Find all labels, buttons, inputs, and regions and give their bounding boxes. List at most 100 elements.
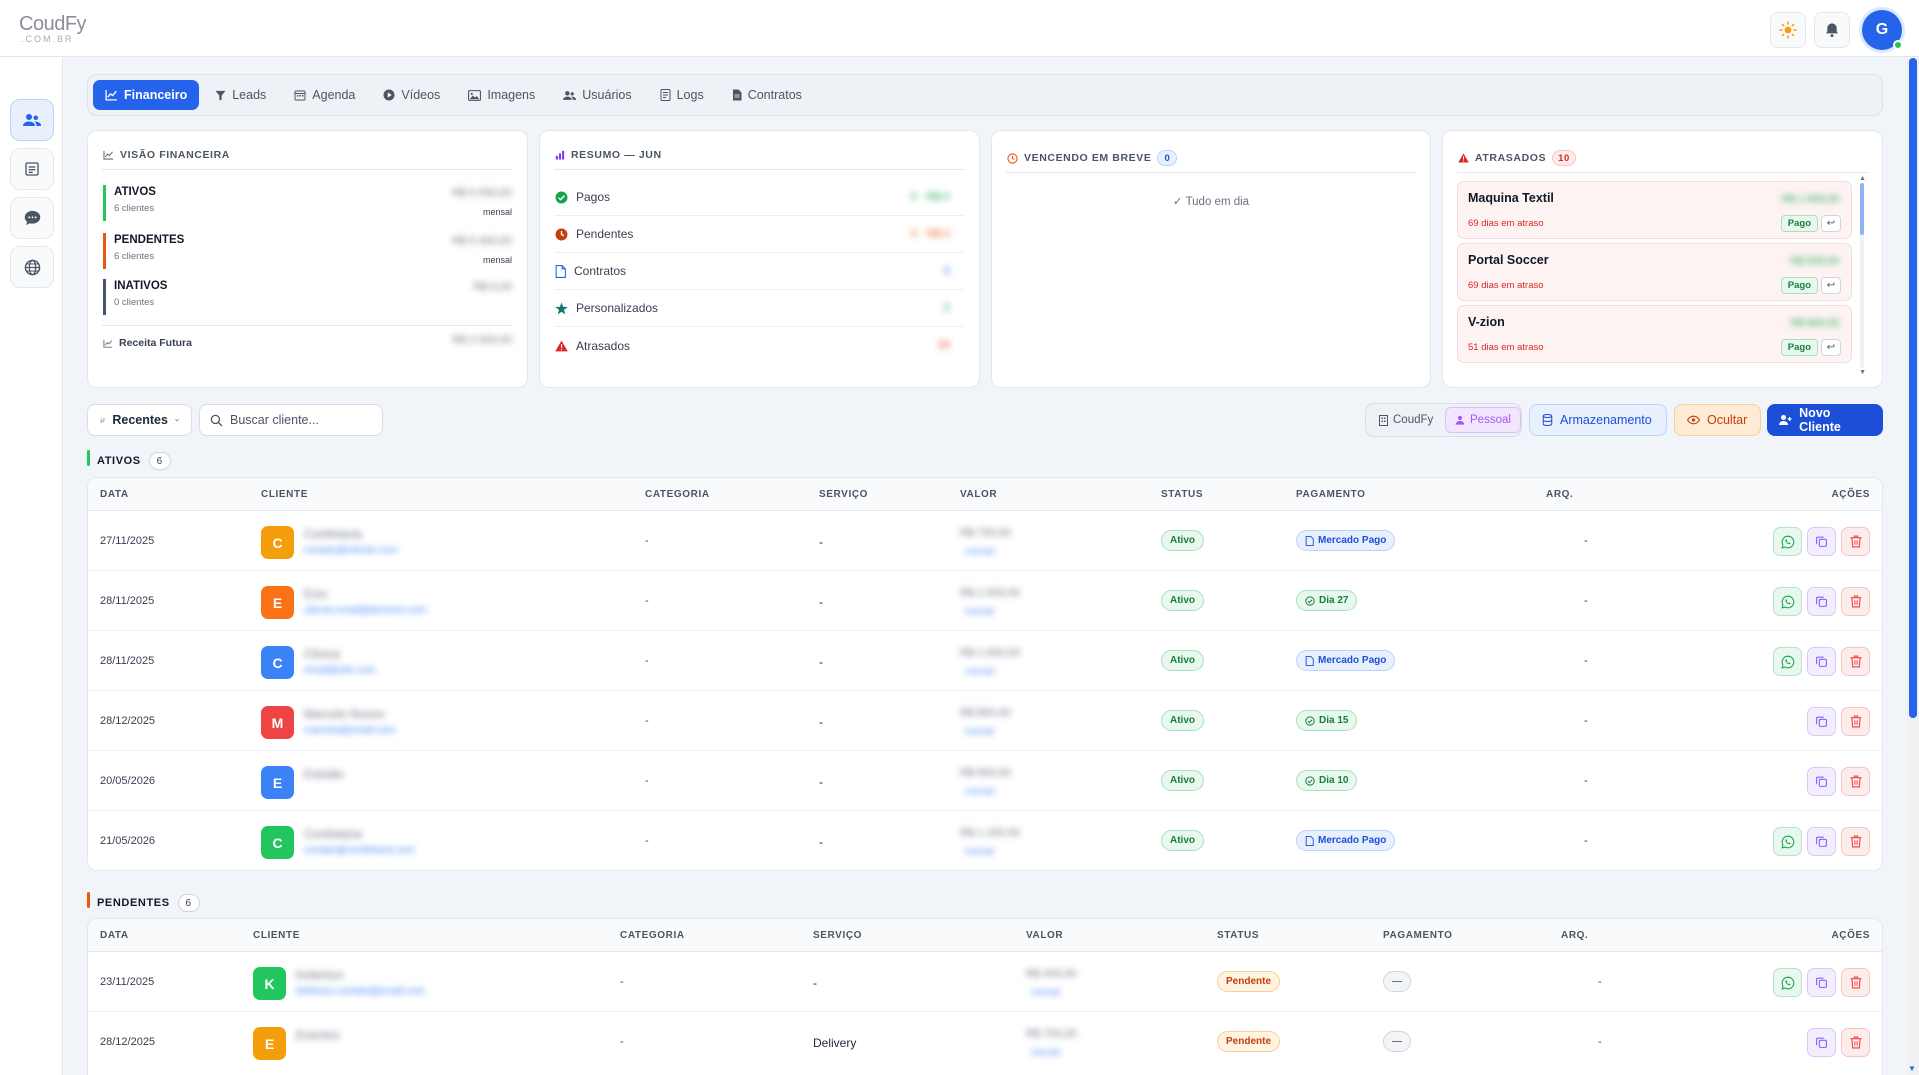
- logo[interactable]: CoudFy .COM.BR: [19, 14, 87, 44]
- scroll-down-icon[interactable]: ▼: [1859, 369, 1866, 376]
- list-scrollbar-track[interactable]: [1860, 183, 1864, 368]
- client-name[interactable]: Confeitaria: [304, 827, 362, 841]
- tab-videos[interactable]: Vídeos: [371, 80, 452, 110]
- table-row[interactable]: 27/11/2025 C Confeitaria contato@cliente.co…: [88, 511, 1882, 571]
- copy-button[interactable]: [1807, 587, 1836, 616]
- armazenamento-button[interactable]: Armazenamento: [1529, 404, 1667, 436]
- col-pagamento[interactable]: PAGAMENTO: [1383, 930, 1452, 941]
- whatsapp-button[interactable]: [1773, 587, 1802, 616]
- col-valor[interactable]: VALOR: [960, 489, 997, 500]
- whatsapp-button[interactable]: [1773, 968, 1802, 997]
- table-row[interactable]: 28/12/2025 E Eventos - Delivery R$ 700,00 mens…: [88, 1012, 1882, 1072]
- segment-coudfy[interactable]: CoudFy: [1370, 407, 1442, 433]
- novo-cliente-button[interactable]: Novo Cliente: [1767, 404, 1883, 436]
- col-servico[interactable]: SERVIÇO: [819, 489, 868, 500]
- copy-button[interactable]: [1807, 647, 1836, 676]
- client-name[interactable]: Eventos: [296, 1028, 339, 1042]
- client-name[interactable]: Estúdio: [304, 767, 344, 781]
- late-item[interactable]: Maquina Textil 69 dias em atraso R$ 1.00…: [1457, 181, 1852, 239]
- client-name[interactable]: Ezio: [304, 587, 327, 601]
- copy-button[interactable]: [1807, 827, 1836, 856]
- late-item[interactable]: Portal Soccer 69 dias em atraso R$ 500,0…: [1457, 243, 1852, 301]
- col-data[interactable]: DATA: [100, 489, 129, 500]
- client-name[interactable]: Marcelo Nunes: [304, 707, 385, 721]
- theme-toggle-button[interactable]: [1770, 12, 1806, 48]
- rail-panel-button[interactable]: [10, 148, 54, 190]
- delete-button[interactable]: [1841, 1028, 1870, 1057]
- delete-button[interactable]: [1841, 587, 1870, 616]
- payment-label: Mercado Pago: [1318, 835, 1387, 846]
- col-cliente[interactable]: CLIENTE: [261, 489, 308, 500]
- tab-contratos[interactable]: Contratos: [720, 80, 814, 110]
- list-scrollbar-thumb[interactable]: [1860, 183, 1864, 235]
- page-scrollbar-thumb[interactable]: [1909, 58, 1917, 718]
- late-item[interactable]: V-zion 51 dias em atraso R$ 800,00 Pago …: [1457, 305, 1852, 363]
- scroll-up-icon[interactable]: ▲: [1859, 175, 1866, 182]
- row-arq: -: [1584, 655, 1588, 667]
- table-row[interactable]: 28/11/2025 E Ezio cliente.email@dominio.com…: [88, 571, 1882, 631]
- rail-clients-button[interactable]: [10, 99, 54, 141]
- sort-dropdown[interactable]: Recentes: [87, 404, 192, 436]
- col-status[interactable]: STATUS: [1161, 489, 1203, 500]
- delete-button[interactable]: [1841, 527, 1870, 556]
- delete-button[interactable]: [1841, 968, 1870, 997]
- user-avatar[interactable]: G: [1862, 10, 1903, 50]
- tab-agenda[interactable]: Agenda: [282, 80, 367, 110]
- copy-button[interactable]: [1807, 527, 1836, 556]
- delete-button[interactable]: [1841, 767, 1870, 796]
- col-categoria[interactable]: CATEGORIA: [645, 489, 710, 500]
- ocultar-button[interactable]: Ocultar: [1674, 404, 1761, 436]
- segment-label: CoudFy: [1393, 414, 1434, 426]
- search-input[interactable]: [230, 413, 370, 427]
- whatsapp-button[interactable]: [1773, 527, 1802, 556]
- delete-button[interactable]: [1841, 707, 1870, 736]
- client-name[interactable]: Clinica: [304, 647, 340, 661]
- calendar-icon: [294, 90, 306, 101]
- col-categoria[interactable]: CATEGORIA: [620, 930, 685, 941]
- rail-chat-button[interactable]: [10, 197, 54, 239]
- tab-financeiro[interactable]: Financeiro: [93, 80, 200, 110]
- col-status[interactable]: STATUS: [1217, 930, 1259, 941]
- search-box[interactable]: [199, 404, 383, 436]
- col-pagamento[interactable]: PAGAMENTO: [1296, 489, 1365, 500]
- whatsapp-button[interactable]: [1773, 647, 1802, 676]
- copy-button[interactable]: [1807, 767, 1836, 796]
- tab-imagens[interactable]: Imagens: [456, 80, 547, 110]
- delete-button[interactable]: [1841, 827, 1870, 856]
- tab-leads[interactable]: Leads: [203, 80, 278, 110]
- table-row[interactable]: 28/11/2025 C Clinica email@site.com - - R$ 1.0…: [88, 631, 1882, 691]
- table-row[interactable]: 23/11/2025 K Kellerton kellerton.contato@em…: [88, 952, 1882, 1012]
- col-arq[interactable]: ARQ.: [1546, 489, 1573, 500]
- table-row[interactable]: 20/05/2026 E Estúdio - - R$ 900,00 mensal Ativo…: [88, 751, 1882, 811]
- copy-button[interactable]: [1807, 707, 1836, 736]
- segment-pessoal[interactable]: Pessoal: [1445, 407, 1521, 433]
- row-servico: Delivery: [813, 1036, 857, 1050]
- undo-icon[interactable]: ↩: [1821, 277, 1841, 294]
- copy-button[interactable]: [1807, 968, 1836, 997]
- undo-icon[interactable]: ↩: [1821, 215, 1841, 232]
- tab-logs[interactable]: Logs: [648, 80, 716, 110]
- scroll-down-icon[interactable]: ▼: [1908, 1064, 1916, 1073]
- row-value: 0 · R$ 0: [910, 228, 950, 240]
- col-servico[interactable]: SERVIÇO: [813, 930, 862, 941]
- tab-usuarios[interactable]: Usuários: [551, 80, 643, 110]
- mark-paid-button[interactable]: Pago: [1780, 339, 1818, 356]
- mark-paid-button[interactable]: Pago: [1780, 277, 1818, 294]
- whatsapp-button[interactable]: [1773, 827, 1802, 856]
- col-cliente[interactable]: CLIENTE: [253, 930, 300, 941]
- atrasados-list[interactable]: Maquina Textil 69 dias em atraso R$ 1.00…: [1443, 181, 1884, 381]
- rail-web-button[interactable]: [10, 246, 54, 288]
- table-row[interactable]: 28/12/2025 M Marcelo Nunes marcelo@email.co…: [88, 691, 1882, 751]
- client-name[interactable]: Kellerton: [296, 968, 343, 982]
- col-arq[interactable]: ARQ.: [1561, 930, 1588, 941]
- mark-paid-button[interactable]: Pago: [1780, 215, 1818, 232]
- delete-button[interactable]: [1841, 647, 1870, 676]
- client-name[interactable]: Confeitaria: [304, 527, 362, 541]
- table-row[interactable]: 21/05/2026 C Confeitaria contato@confeitari…: [88, 811, 1882, 870]
- undo-icon[interactable]: ↩: [1821, 339, 1841, 356]
- col-data[interactable]: DATA: [100, 930, 129, 941]
- copy-button[interactable]: [1807, 1028, 1836, 1057]
- tab-label: Logs: [676, 88, 704, 102]
- col-valor[interactable]: VALOR: [1026, 930, 1063, 941]
- notifications-button[interactable]: [1814, 12, 1850, 48]
